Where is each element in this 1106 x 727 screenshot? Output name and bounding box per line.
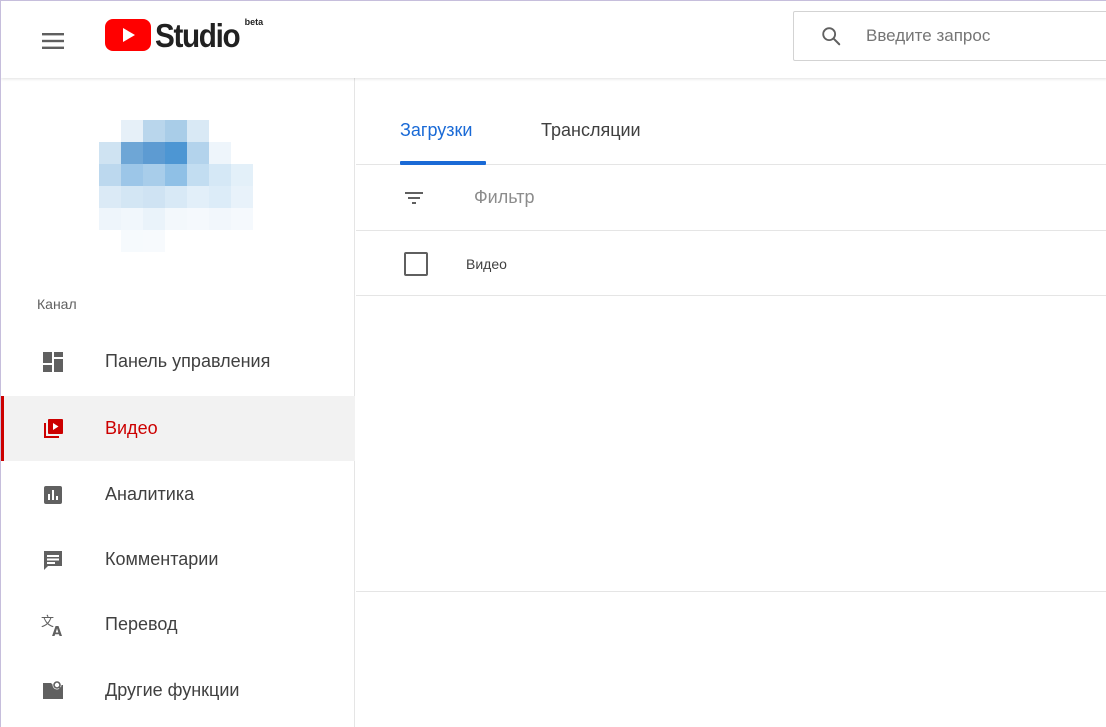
sidebar-item-dashboard[interactable]: Панель управления (1, 329, 355, 394)
sidebar-item-label: Аналитика (105, 484, 195, 504)
sidebar-item-label: Комментарии (105, 549, 219, 569)
sidebar-item-label: Другие функции (105, 680, 240, 700)
filter-icon[interactable] (402, 186, 426, 210)
logo-text: Studio (155, 16, 241, 54)
video-library-icon (44, 419, 63, 438)
sidebar-item-other[interactable]: Другие функции (1, 658, 355, 723)
table-divider (356, 591, 1106, 592)
tabs-bar: Загрузки Трансляции (356, 78, 1106, 165)
active-tab-indicator (400, 161, 486, 165)
sidebar-item-comments[interactable]: Комментарии (1, 527, 355, 592)
logo-beta-badge: beta (244, 17, 264, 27)
sidebar-item-translation[interactable]: 文 A Перевод (1, 592, 355, 657)
sidebar-item-label: Видео (105, 418, 158, 438)
tab-uploads[interactable]: Загрузки (400, 120, 472, 141)
search-box[interactable] (793, 11, 1106, 61)
filter-row: Фильтр (356, 166, 1106, 231)
table-header-row: Видео (356, 231, 1106, 296)
filter-input[interactable]: Фильтр (474, 187, 534, 208)
select-all-checkbox[interactable] (404, 252, 428, 276)
comment-icon (44, 551, 62, 570)
studio-logo[interactable]: Studio beta (105, 17, 263, 53)
hamburger-menu-icon[interactable] (33, 21, 73, 61)
sidebar-item-video[interactable]: Видео (1, 396, 355, 461)
main-content: Загрузки Трансляции Фильтр Видео (356, 78, 1106, 727)
sidebar-item-analytics[interactable]: Аналитика (1, 462, 355, 527)
top-header: Studio beta (1, 1, 1106, 78)
sidebar-item-label: Перевод (105, 614, 178, 634)
search-icon (822, 27, 841, 46)
column-header-video[interactable]: Видео (466, 256, 507, 272)
tab-live[interactable]: Трансляции (541, 120, 641, 141)
search-input[interactable] (866, 26, 1096, 46)
channel-section-label: Канал (37, 296, 77, 312)
svg-text:A: A (52, 625, 62, 637)
dashboard-icon (43, 352, 63, 372)
youtube-play-icon (105, 19, 151, 51)
channel-avatar[interactable] (93, 98, 283, 278)
other-features-icon (43, 680, 63, 699)
analytics-icon (44, 486, 62, 504)
sidebar: Канал Панель управления Видео Аналитика … (1, 78, 355, 727)
studio-window: Studio beta Введите запрос Канал Панель … (0, 0, 1106, 727)
translate-icon: 文 A (41, 615, 62, 637)
sidebar-item-label: Панель управления (105, 351, 271, 371)
